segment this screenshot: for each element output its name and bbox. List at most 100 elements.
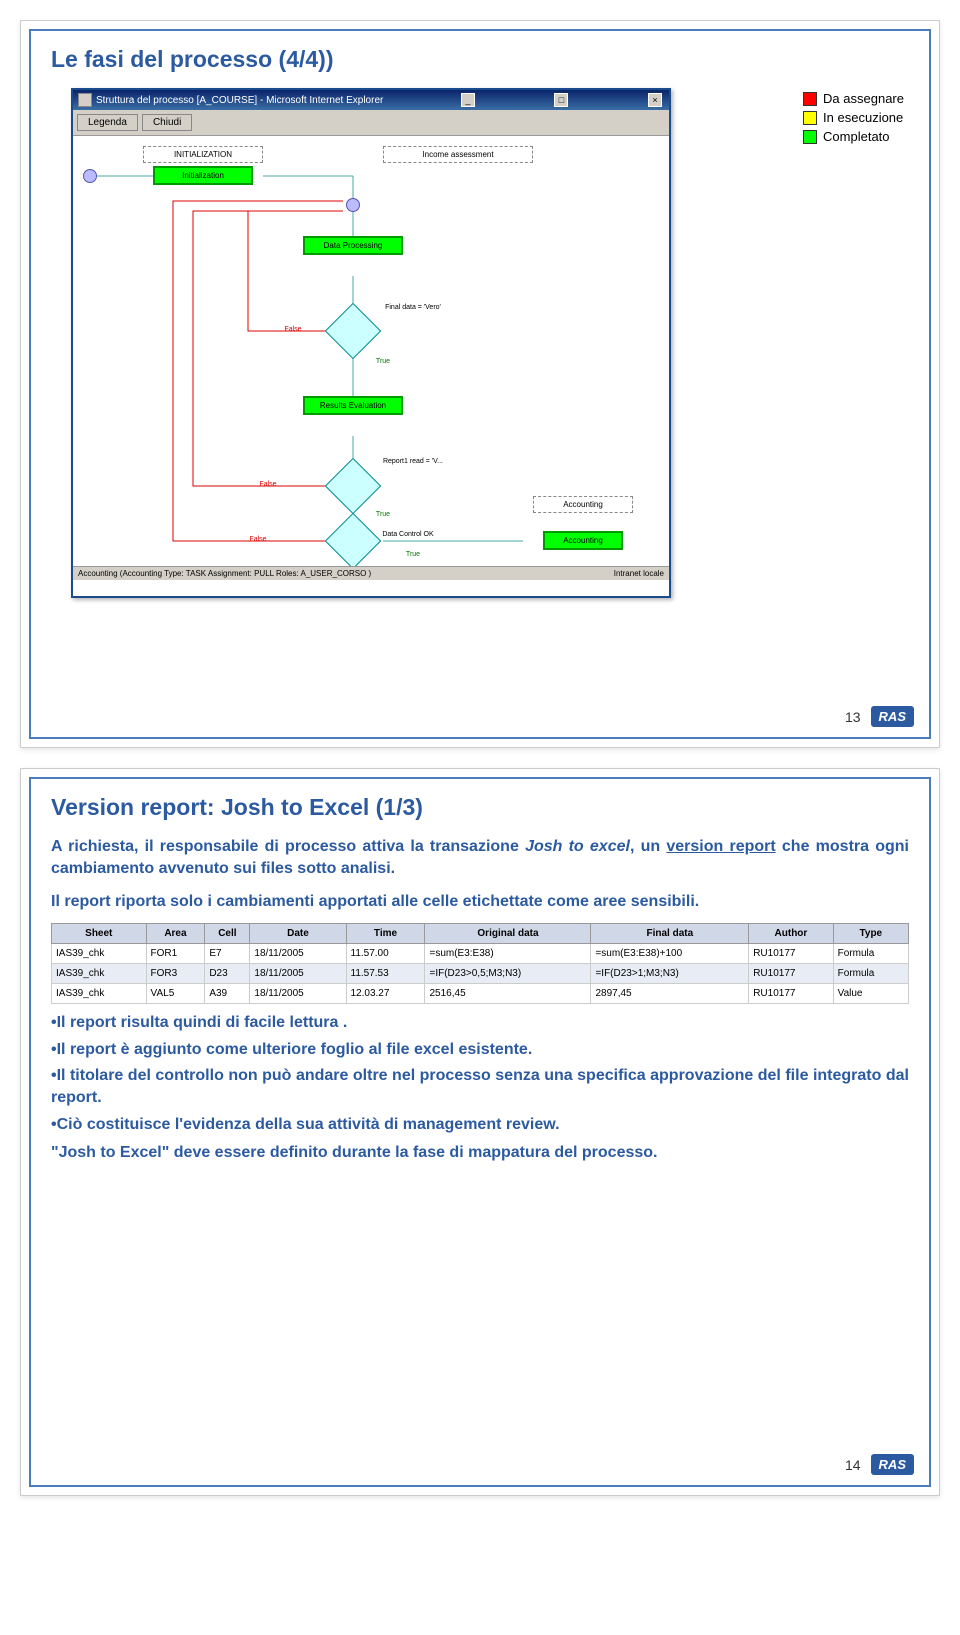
slide-title: Version report: Josh to Excel (1/3) — [51, 794, 909, 821]
diamond-final-label: Final data = 'Vero' — [373, 304, 453, 311]
page-number: 14 — [845, 1457, 861, 1473]
false-label: False — [218, 536, 298, 543]
legend-label: Completato — [823, 129, 889, 144]
table-row: IAS39_chkFOR3D2318/11/200511.57.53=IF(D2… — [52, 964, 909, 984]
table-cell: 11.57.53 — [346, 964, 425, 984]
swatch-icon — [803, 130, 817, 144]
window-titlebar: Struttura del processo [A_COURSE] - Micr… — [73, 90, 669, 110]
true-label: True — [343, 358, 423, 365]
slide-title: Le fasi del processo (4/4)) — [51, 46, 909, 73]
diamond-control-label: Data Control OK — [368, 531, 448, 538]
ras-logo: RAS — [871, 1454, 914, 1475]
table-header: Sheet — [52, 924, 147, 944]
second-paragraph: Il report riporta solo i cambiamenti app… — [51, 891, 909, 913]
table-row: IAS39_chkFOR1E718/11/200511.57.00=sum(E3… — [52, 944, 909, 964]
bullet-3: •Il titolare del controllo non può andar… — [51, 1065, 909, 1110]
legend-yellow: In esecuzione — [803, 110, 904, 125]
false-label: False — [228, 481, 308, 488]
table-cell: FOR1 — [146, 944, 205, 964]
box-results: Results Evaluation — [303, 396, 403, 415]
text: , un — [630, 838, 666, 855]
init-header: INITIALIZATION — [143, 146, 263, 163]
version-report-table: SheetAreaCellDateTimeOriginal dataFinal … — [51, 923, 909, 1004]
true-label: True — [373, 551, 453, 558]
table-row: IAS39_chkVAL5A3918/11/200512.03.272516,4… — [52, 984, 909, 1004]
box-initialization: Initialization — [153, 166, 253, 185]
window-title-text: Struttura del processo [A_COURSE] - Micr… — [96, 95, 383, 106]
diamond-report — [325, 458, 382, 515]
table-header: Final data — [591, 924, 749, 944]
table-cell: IAS39_chk — [52, 984, 147, 1004]
legend: Da assegnare In esecuzione Completato — [803, 91, 904, 148]
legend-red: Da assegnare — [803, 91, 904, 106]
bullet-1: •Il report risulta quindi di facile lett… — [51, 1012, 909, 1034]
ras-logo: RAS — [871, 706, 914, 727]
table-cell: A39 — [205, 984, 250, 1004]
table-cell: E7 — [205, 944, 250, 964]
table-cell: =IF(D23>0,5;M3;N3) — [425, 964, 591, 984]
table-header: Cell — [205, 924, 250, 944]
text-italic: Josh to excel — [525, 838, 630, 855]
table-cell: RU10177 — [749, 984, 833, 1004]
table-header: Date — [250, 924, 346, 944]
table-cell: IAS39_chk — [52, 964, 147, 984]
table-cell: D23 — [205, 964, 250, 984]
diamond-report-label: Report1 read = 'V... — [373, 458, 453, 465]
table-header: Area — [146, 924, 205, 944]
table-cell: 12.03.27 — [346, 984, 425, 1004]
table-cell: 2516,45 — [425, 984, 591, 1004]
table-cell: 18/11/2005 — [250, 984, 346, 1004]
diamond-final — [325, 303, 382, 360]
box-data-processing: Data Processing — [303, 236, 403, 255]
slide-footer: 14 RAS — [845, 1454, 914, 1475]
maximize-icon[interactable]: □ — [554, 93, 568, 107]
text: A richiesta, il responsabile di processo… — [51, 838, 525, 855]
table-cell: RU10177 — [749, 944, 833, 964]
flowchart-canvas: INITIALIZATION Initialization Income ass… — [73, 136, 669, 566]
false-label: False — [253, 326, 333, 333]
page-number: 13 — [845, 709, 861, 725]
table-cell: =sum(E3:E38)+100 — [591, 944, 749, 964]
table-cell: 11.57.00 — [346, 944, 425, 964]
flowchart-window: Struttura del processo [A_COURSE] - Micr… — [71, 88, 671, 598]
acct-header: Accounting — [533, 496, 633, 513]
slide-inner: Le fasi del processo (4/4)) Da assegnare… — [29, 29, 931, 739]
intro-paragraph: A richiesta, il responsabile di processo… — [51, 836, 909, 881]
text-underline: version report — [666, 838, 775, 855]
table-cell: 2897,45 — [591, 984, 749, 1004]
window-statusbar: Accounting (Accounting Type: TASK Assign… — [73, 566, 669, 580]
bullets: •Il report risulta quindi di facile lett… — [51, 1012, 909, 1136]
diamond-control — [325, 513, 382, 566]
status-right: Intranet locale — [614, 569, 664, 578]
table-cell: 18/11/2005 — [250, 944, 346, 964]
ie-icon — [78, 93, 92, 107]
close-button[interactable]: Chiudi — [142, 114, 192, 131]
table-cell: =sum(E3:E38) — [425, 944, 591, 964]
table-cell: RU10177 — [749, 964, 833, 984]
legend-label: Da assegnare — [823, 91, 904, 106]
start-node-icon — [83, 169, 97, 183]
table-cell: =IF(D23>1;M3;N3) — [591, 964, 749, 984]
legend-green: Completato — [803, 129, 904, 144]
table-cell: IAS39_chk — [52, 944, 147, 964]
table-cell: Formula — [833, 944, 908, 964]
bullet-2: •Il report è aggiunto come ulteriore fog… — [51, 1039, 909, 1061]
slide-footer: 13 RAS — [845, 706, 914, 727]
close-icon[interactable]: × — [648, 93, 662, 107]
table-cell: Value — [833, 984, 908, 1004]
table-cell: 18/11/2005 — [250, 964, 346, 984]
swatch-icon — [803, 92, 817, 106]
status-left: Accounting (Accounting Type: TASK Assign… — [78, 569, 371, 578]
slide-1: Le fasi del processo (4/4)) Da assegnare… — [20, 20, 940, 748]
closing-line: "Josh to Excel" deve essere definito dur… — [51, 1144, 909, 1162]
junction-icon — [346, 198, 360, 212]
table-header: Type — [833, 924, 908, 944]
legend-label: In esecuzione — [823, 110, 903, 125]
table-cell: VAL5 — [146, 984, 205, 1004]
slide-inner: Version report: Josh to Excel (1/3) A ri… — [29, 777, 931, 1487]
table-cell: Formula — [833, 964, 908, 984]
legend-button[interactable]: Legenda — [77, 114, 138, 131]
minimize-icon[interactable]: _ — [461, 93, 475, 107]
bullet-4: •Ciò costituisce l'evidenza della sua at… — [51, 1114, 909, 1136]
slide-2: Version report: Josh to Excel (1/3) A ri… — [20, 768, 940, 1496]
